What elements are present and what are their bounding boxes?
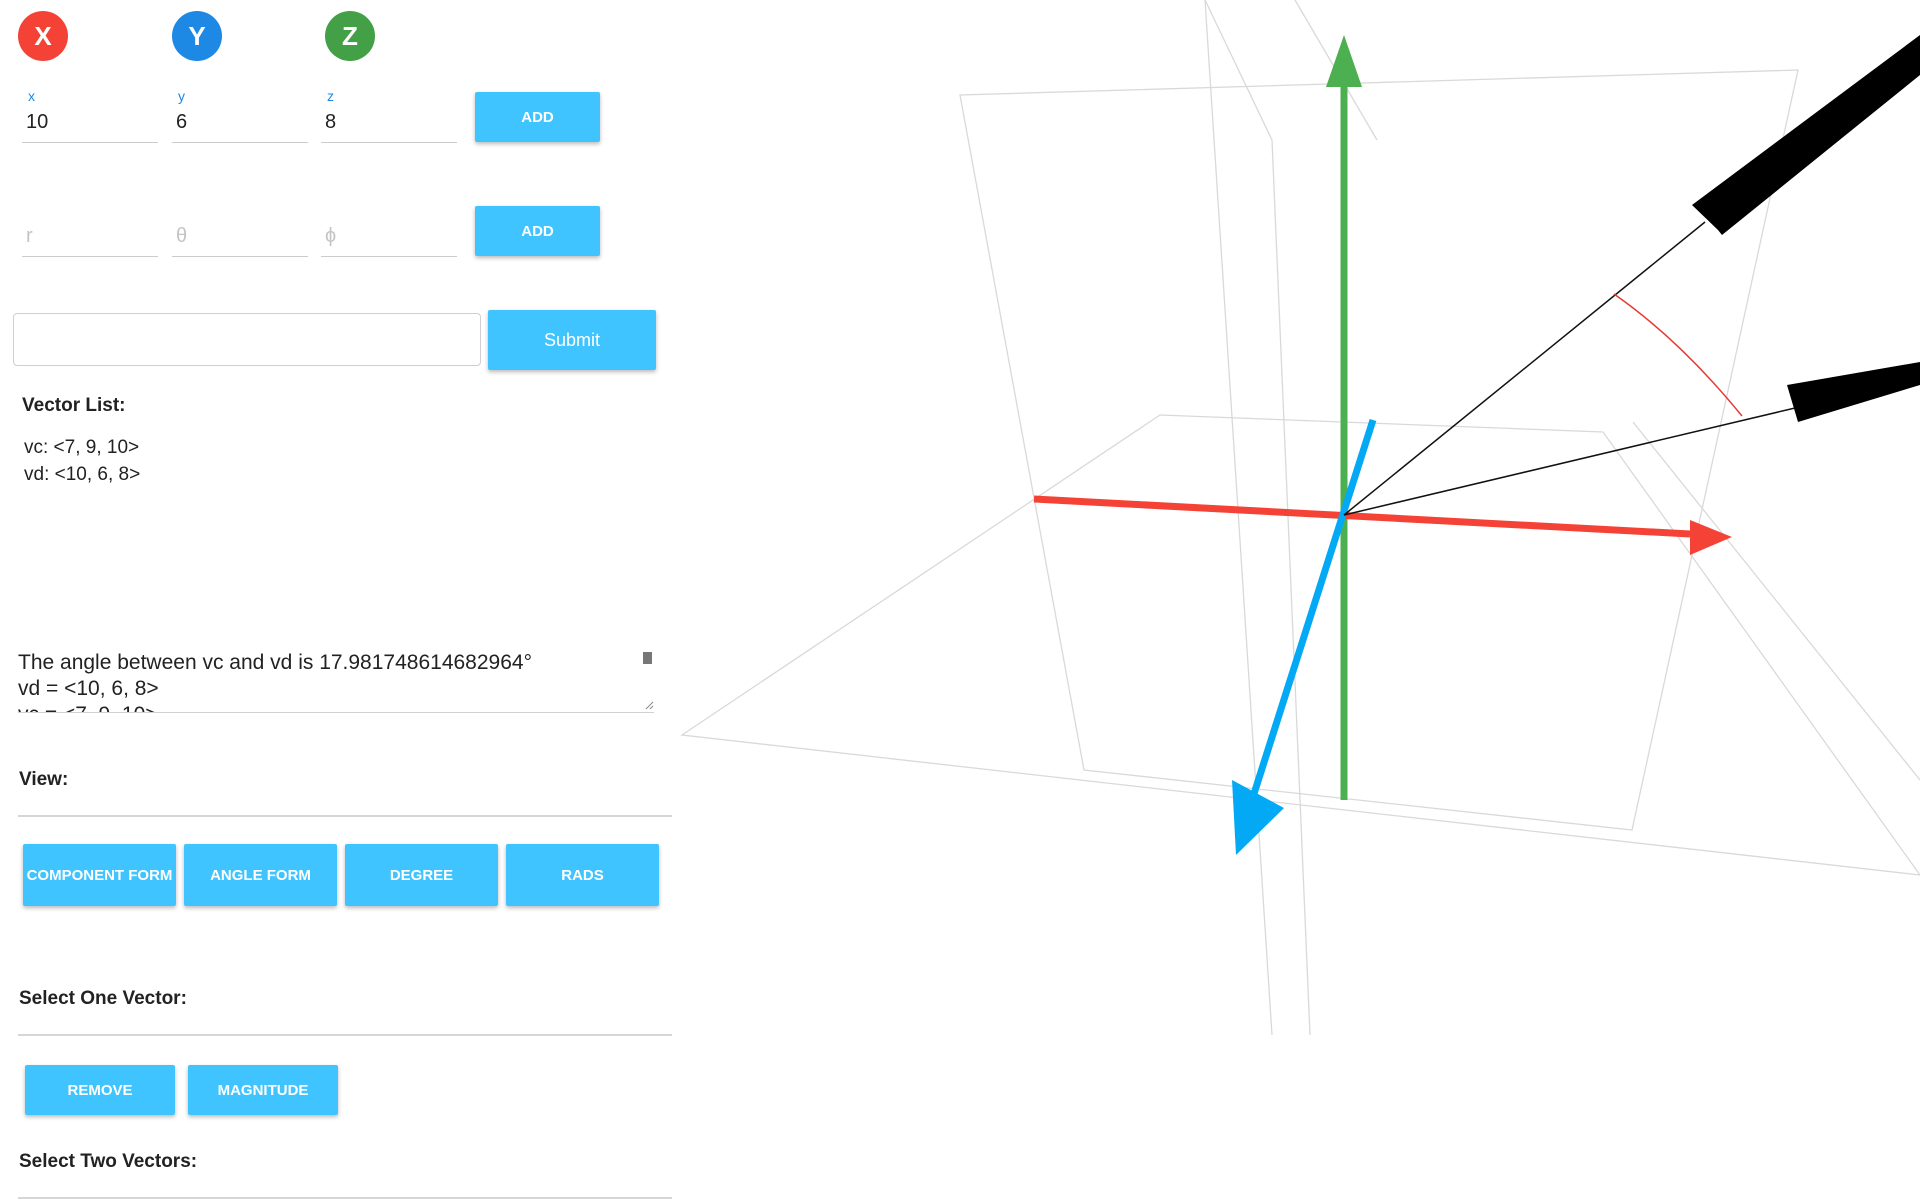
output-scrollbar[interactable]: [643, 652, 652, 664]
control-panel: X Y Z x y z ADD ADD Submit Vector List: …: [0, 0, 680, 1200]
x-axis-arrowhead: [1690, 520, 1732, 555]
divider: [18, 815, 672, 817]
plane-edge: [1204, 0, 1273, 1036]
theta-input[interactable]: [172, 222, 308, 257]
magnitude-button[interactable]: MAGNITUDE: [188, 1065, 338, 1115]
submit-button[interactable]: Submit: [488, 310, 656, 370]
degree-button[interactable]: DEGREE: [345, 844, 498, 906]
output-line: vd = <10, 6, 8>: [18, 677, 159, 700]
x-axis: [1033, 495, 1732, 555]
angle-arc: [1613, 293, 1743, 417]
select-one-vector-title: Select One Vector:: [19, 988, 187, 1009]
add-spherical-button[interactable]: ADD: [475, 206, 600, 256]
vector-list-title: Vector List:: [22, 395, 126, 416]
remove-button[interactable]: REMOVE: [25, 1065, 175, 1115]
y-field-label: y: [178, 88, 185, 104]
vector-list-item[interactable]: vc: <7, 9, 10>: [24, 434, 140, 461]
vertical-plane: [959, 69, 1799, 831]
r-input[interactable]: [22, 222, 158, 257]
vector-vd-shaft: [1787, 362, 1920, 422]
output-line: vc = <7, 9, 10>: [18, 702, 654, 712]
rads-button[interactable]: RADS: [506, 844, 659, 906]
plane-edge: [1204, 0, 1311, 1036]
vector-vd[interactable]: [1343, 362, 1920, 516]
y-input[interactable]: [172, 108, 308, 143]
output-line: The angle between vc and vd is 17.981748…: [18, 651, 532, 674]
divider: [18, 1197, 672, 1199]
output-textarea[interactable]: The angle between vc and vd is 17.981748…: [18, 650, 654, 713]
z-axis: [1232, 418, 1377, 855]
vector-3d-canvas[interactable]: [680, 0, 1920, 1200]
vector-list-item[interactable]: vd: <10, 6, 8>: [24, 461, 140, 488]
add-component-button[interactable]: ADD: [475, 92, 600, 142]
component-form-button[interactable]: COMPONENT FORM: [23, 844, 176, 906]
y-axis: [1326, 35, 1362, 800]
z-input[interactable]: [321, 108, 457, 143]
vector-vc-shaft: [1692, 35, 1920, 235]
x-axis-badge[interactable]: X: [18, 11, 68, 61]
command-input[interactable]: [13, 313, 481, 366]
x-input[interactable]: [22, 108, 158, 143]
x-field-label: x: [28, 88, 35, 104]
y-axis-badge[interactable]: Y: [172, 11, 222, 61]
grid-planes: [680, 0, 1920, 1036]
z-field-label: z: [327, 88, 334, 104]
divider: [18, 1034, 672, 1036]
resize-grip-icon[interactable]: [644, 700, 654, 710]
plane-edge: [1632, 421, 1920, 781]
angle-form-button[interactable]: ANGLE FORM: [184, 844, 337, 906]
view-title: View:: [19, 769, 69, 790]
vector-vc[interactable]: [1343, 35, 1920, 516]
phi-input[interactable]: [321, 222, 457, 257]
z-axis-badge[interactable]: Z: [325, 11, 375, 61]
select-two-vectors-title: Select Two Vectors:: [19, 1151, 198, 1172]
vector-list: vc: <7, 9, 10> vd: <10, 6, 8>: [24, 434, 140, 488]
